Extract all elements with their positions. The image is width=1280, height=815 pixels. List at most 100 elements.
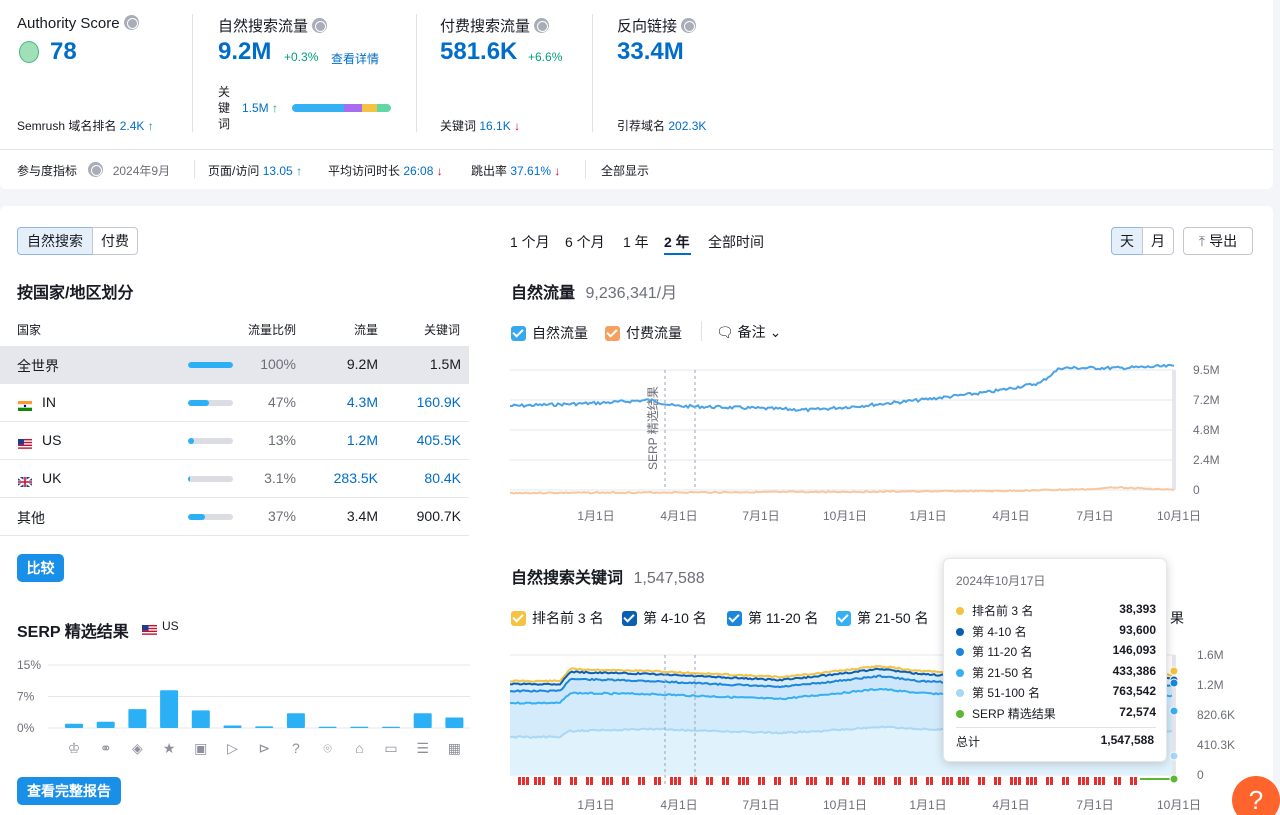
serp-feature-mark	[982, 777, 985, 785]
tooltip-row-value: 433,386	[1112, 663, 1156, 678]
us-flag-icon	[142, 622, 157, 635]
serp-feature-mark	[570, 777, 573, 785]
legend-paid[interactable]: 付费流量	[605, 323, 682, 343]
checkbox-icon	[836, 611, 851, 626]
comment-icon[interactable]: ▭	[383, 740, 399, 756]
list-icon[interactable]: ☰	[415, 740, 431, 756]
legend-organic[interactable]: 自然流量	[511, 323, 588, 343]
keywords-legend-item[interactable]: 排名前 3 名	[511, 608, 604, 628]
tab-organic[interactable]: 自然搜索	[17, 227, 93, 255]
x-tick-label: 1月1日	[909, 798, 946, 812]
view-details-link[interactable]: 查看详情	[331, 50, 379, 67]
range-tab[interactable]: 全部时间	[708, 232, 764, 252]
video-icon[interactable]: ▷	[225, 740, 241, 756]
info-icon[interactable]	[123, 15, 139, 30]
table-row[interactable]: UK 3.1% 283.5K 80.4K	[0, 460, 469, 498]
serp-feature-mark	[1102, 777, 1105, 785]
serp-feature-mark	[746, 777, 749, 785]
star-icon[interactable]: ★	[161, 740, 177, 756]
traffic-value[interactable]: 4.3M	[347, 394, 378, 410]
organic-traffic-value[interactable]: 9.2M	[218, 38, 271, 66]
serp-feature-mark	[1066, 777, 1069, 785]
backlinks-value[interactable]: 33.4M	[617, 38, 684, 66]
country-name: UK	[42, 470, 62, 486]
keywords-value[interactable]: 160.9K	[417, 394, 461, 410]
x-tick-label: 1月1日	[577, 798, 614, 812]
table-row[interactable]: US 13% 1.2M 405.5K	[0, 422, 469, 460]
image-icon[interactable]: ▣	[193, 740, 209, 756]
keywords-legend-item[interactable]: 第 11-20 名	[727, 608, 819, 628]
info-icon[interactable]	[534, 18, 550, 33]
keywords-value[interactable]: 405.5K	[417, 432, 461, 448]
serp-feature-mark	[654, 777, 657, 785]
x-tick-label: 7月1日	[742, 798, 779, 812]
paid-traffic-value[interactable]: 581.6K	[440, 38, 517, 66]
graduation-icon[interactable]: ⌂	[351, 740, 367, 756]
tooltip-row: 排名前 3 名 38,393	[956, 602, 1156, 622]
info-icon[interactable]	[88, 162, 104, 177]
traffic-value[interactable]: 1.2M	[347, 432, 378, 448]
question-icon[interactable]: ?	[288, 740, 304, 756]
keywords-legend-item[interactable]: 第 21-50 名	[836, 608, 929, 628]
granularity-day[interactable]: 天	[1111, 227, 1143, 255]
range-tab[interactable]: 1 个月	[510, 232, 550, 252]
keywords-legend-item[interactable]: 第 4-10 名	[622, 608, 707, 628]
serp-feature-mark	[1094, 777, 1097, 785]
legend-organic-label: 自然流量	[532, 325, 588, 341]
serp-feature-mark	[858, 777, 861, 785]
serp-feature-mark	[826, 777, 829, 785]
tooltip-row-label: 第 51-100 名	[972, 686, 1041, 700]
serp-feature-mark	[610, 777, 613, 785]
gallery-icon[interactable]: ▦	[446, 740, 462, 756]
export-label: 导出	[1209, 233, 1238, 249]
range-tab[interactable]: 1 年	[623, 232, 649, 252]
range-tab[interactable]: 2 年	[664, 232, 690, 252]
table-row[interactable]: 其他 37% 3.4M 900.7K	[0, 498, 469, 536]
notes-dropdown[interactable]: 🗨 备注 ⌄	[716, 322, 781, 342]
range-tab[interactable]: 6 个月	[565, 232, 605, 252]
keyword-distribution-bar	[292, 104, 391, 112]
serp-feature-mark	[1098, 777, 1101, 785]
table-row[interactable]: IN 47% 4.3M 160.9K	[0, 384, 469, 422]
link-icon[interactable]: ⚭	[98, 740, 114, 756]
view-full-report-button[interactable]: 查看完整报告	[17, 777, 121, 805]
tab-paid[interactable]: 付费	[92, 227, 138, 255]
diamond-icon[interactable]: ◈	[129, 740, 145, 756]
organic-keywords-value[interactable]: 1.5M	[242, 101, 269, 115]
play-icon[interactable]: ⊳	[256, 740, 272, 756]
legend-paid-label: 付费流量	[626, 325, 682, 341]
referring-domains-value[interactable]: 202.3K	[668, 119, 706, 133]
show-all-link[interactable]: 全部显示	[601, 162, 649, 179]
serp-feature-mark	[738, 777, 741, 785]
serp-bar	[318, 726, 337, 728]
serp-feature-mark	[1010, 777, 1013, 785]
paid-traffic-title: 付费搜索流量	[440, 15, 550, 36]
granularity-month[interactable]: 月	[1142, 227, 1174, 255]
help-icon[interactable]: ?	[1232, 776, 1280, 815]
traffic-value[interactable]: 283.5K	[334, 470, 378, 486]
crown-icon[interactable]: ♔	[66, 740, 82, 756]
pin-icon[interactable]: ⌾	[320, 740, 336, 756]
tooltip-row-value: 72,574	[1119, 704, 1156, 719]
serp-feature-mark	[898, 777, 901, 785]
serp-feature-mark	[1030, 777, 1033, 785]
compare-button[interactable]: 比较	[17, 554, 64, 582]
paid-traffic-label: 付费搜索流量	[440, 18, 531, 35]
info-icon[interactable]	[312, 18, 328, 33]
checkbox-icon	[605, 326, 620, 341]
checkbox-icon	[622, 611, 637, 626]
x-tick-label: 1月1日	[577, 509, 614, 523]
paid-keywords-value[interactable]: 16.1K	[479, 119, 510, 133]
table-row[interactable]: 全世界 100% 9.2M 1.5M	[0, 346, 469, 384]
authority-score-value: 78	[50, 38, 77, 65]
serp-feature-mark	[674, 777, 677, 785]
semrush-rank-value[interactable]: 2.4K	[120, 119, 145, 133]
avg-visit-duration-label: 平均访问时长	[328, 164, 401, 178]
india-flag-icon	[18, 398, 32, 411]
serp-feature-mark	[794, 777, 797, 785]
serp-feature-mark	[874, 777, 877, 785]
info-icon[interactable]	[681, 18, 697, 33]
keywords-value[interactable]: 80.4K	[424, 470, 461, 486]
export-button[interactable]: ⤒ 导出	[1183, 227, 1253, 255]
tooltip-date: 2024年10月17日	[956, 574, 1046, 588]
